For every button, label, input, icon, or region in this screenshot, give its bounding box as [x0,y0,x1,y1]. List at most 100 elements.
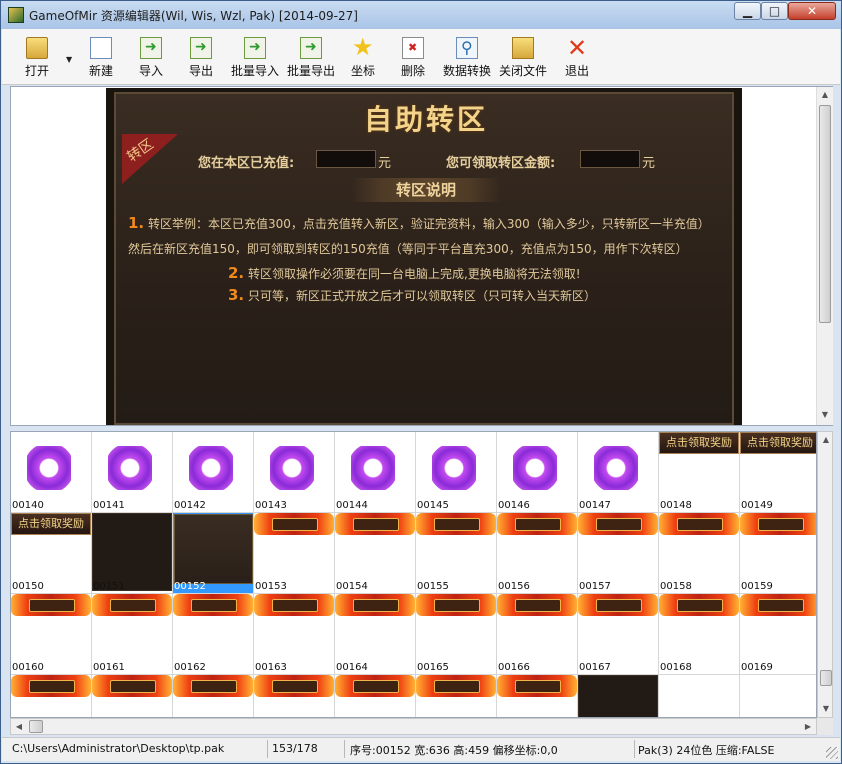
flame-bar-sprite-image [92,675,172,697]
thumbnail-cell[interactable] [173,675,254,717]
thumbnail-cell[interactable]: 00163 [254,594,335,675]
scroll-left-arrow-icon[interactable]: ◀ [11,719,27,735]
thumbnail-cell[interactable]: 00169 [740,594,816,675]
thumbnail-cell[interactable]: 点击领取奖励 00149 [740,432,816,513]
thumbnail-cell[interactable] [335,675,416,717]
open-label: 打开 [24,64,49,78]
open-dropdown-arrow-icon[interactable]: ▼ [66,55,72,64]
thumbnail-cell[interactable]: 00166 [497,594,578,675]
new-button[interactable]: 新建 [78,33,124,81]
thumbnail-cell[interactable]: 点击领取奖励 00150 [11,513,92,594]
thumbnail-cell[interactable]: 00152 [173,513,254,594]
rule-line-1: 1. 转区举例：本区已充值300，点击充值转入新区，验证完资料，输入300（输入… [128,214,710,232]
thumbnail-cell[interactable]: 00158 [659,513,740,594]
scroll-up-arrow-icon[interactable]: ▲ [817,87,833,103]
thumbnail-cell[interactable]: 00162 [173,594,254,675]
export-button[interactable]: 导出 [178,33,224,81]
thumbnail-cell[interactable]: 00167 [578,594,659,675]
coordinate-button[interactable]: 坐标 [340,33,386,81]
batch-import-button[interactable]: 批量导入 [228,33,282,81]
rule-line-2: 2. 转区领取操作必须要在同一台电脑上完成,更换电脑将无法领取! [228,264,581,282]
ring-sprite-image [432,446,476,490]
thumbnail-cell[interactable]: 00164 [335,594,416,675]
thumbnail-cell[interactable]: 00141 [92,432,173,513]
thumbnail-cell[interactable]: 00142 [173,432,254,513]
claim-button-sprite-image: 点击领取奖励 [740,432,816,454]
flame-bar-sprite-image [578,513,658,535]
flame-bar-sprite-image [659,594,739,616]
thumbnail-label: 00166 [498,662,530,673]
thumbnail-label: 00158 [660,581,692,592]
thumbnail-cell[interactable]: 00144 [335,432,416,513]
grid-scroll-up-arrow-icon[interactable]: ▲ [818,432,834,448]
thumbnail-cell[interactable]: 00140 [11,432,92,513]
scroll-right-arrow-icon[interactable]: ▶ [800,719,816,735]
thumbnail-cell[interactable]: 00160 [11,594,92,675]
new-file-icon [90,37,112,59]
thumbnail-label: 00168 [660,662,692,673]
thumbnail-label: 00142 [174,500,206,511]
title-bar[interactable]: GameOfMir 资源编辑器(Wil, Wis, Wzl, Pak) [201… [1,1,841,29]
close-file-button[interactable]: 关闭文件 [496,33,550,81]
delete-button[interactable]: 删除 [390,33,436,81]
flame-bar-sprite-image [335,513,415,535]
import-button[interactable]: 导入 [128,33,174,81]
ring-sprite-image [513,446,557,490]
thumbnail-cell[interactable] [497,675,578,717]
flame-bar-sprite-image [416,675,496,697]
status-image-info: 序号:00152 宽:636 高:459 偏移坐标:0,0 [350,744,558,757]
thumbnail-cell[interactable] [740,675,816,717]
thumbnail-cell[interactable] [11,675,92,717]
claim-button-sprite-image: 点击领取奖励 [659,432,739,454]
delete-icon [402,37,424,59]
rule-number-1: 1. [128,214,145,232]
scroll-down-arrow-icon[interactable]: ▼ [817,407,833,423]
thumbnail-label: 00155 [417,581,449,592]
grid-scroll-thumb[interactable] [820,670,832,686]
grid-vertical-scrollbar[interactable]: ▲ ▼ [817,431,833,718]
thumbnail-cell[interactable]: 00145 [416,432,497,513]
thumbnail-cell[interactable]: 00161 [92,594,173,675]
exit-button[interactable]: 退出 [554,33,600,81]
thumbnail-label: 00167 [579,662,611,673]
thumbnail-cell[interactable] [92,675,173,717]
thumbnail-cell[interactable] [578,675,659,717]
thumbnail-cell[interactable] [659,675,740,717]
thumbnail-cell[interactable]: 00165 [416,594,497,675]
scroll-thumb[interactable] [819,105,831,323]
open-button[interactable]: 打开 [12,33,62,81]
thumbnail-cell[interactable]: 00157 [578,513,659,594]
flame-bar-sprite-image [497,675,577,697]
thumbnail-cell[interactable]: 00154 [335,513,416,594]
coordinate-label: 坐标 [350,64,375,78]
close-button[interactable]: ✕ [788,2,836,20]
export-icon [190,37,212,59]
preview-vertical-scrollbar[interactable]: ▲ ▼ [816,87,833,425]
batch-export-label: 批量导出 [286,64,335,78]
horizontal-scroll-thumb[interactable] [29,720,43,733]
thumbnail-cell[interactable]: 00146 [497,432,578,513]
resize-grip[interactable] [826,747,838,759]
thumbnail-cell[interactable]: 00153 [254,513,335,594]
grid-horizontal-scrollbar[interactable]: ◀ ▶ [10,718,817,735]
recharged-unit: 元 [378,156,392,171]
dark-panel-sprite-image [578,675,658,717]
thumbnail-cell[interactable]: 00168 [659,594,740,675]
thumbnail-cell[interactable]: 点击领取奖励 00148 [659,432,740,513]
thumbnail-cell[interactable] [416,675,497,717]
maximize-button[interactable]: □ [761,2,788,20]
thumbnail-label: 00154 [336,581,368,592]
thumbnail-cell[interactable]: 00143 [254,432,335,513]
thumbnail-cell[interactable]: 00151 [92,513,173,594]
thumbnail-cell[interactable]: 00156 [497,513,578,594]
minimize-button[interactable]: ▁ [734,2,761,20]
thumbnail-cell[interactable]: 00147 [578,432,659,513]
batch-export-button[interactable]: 批量导出 [284,33,338,81]
thumbnail-cell[interactable] [254,675,335,717]
thumbnail-label: 00165 [417,662,449,673]
data-convert-button[interactable]: 数据转换 [440,33,494,81]
status-count: 153/178 [272,742,318,755]
grid-scroll-down-arrow-icon[interactable]: ▼ [818,701,834,717]
thumbnail-cell[interactable]: 00159 [740,513,816,594]
thumbnail-cell[interactable]: 00155 [416,513,497,594]
